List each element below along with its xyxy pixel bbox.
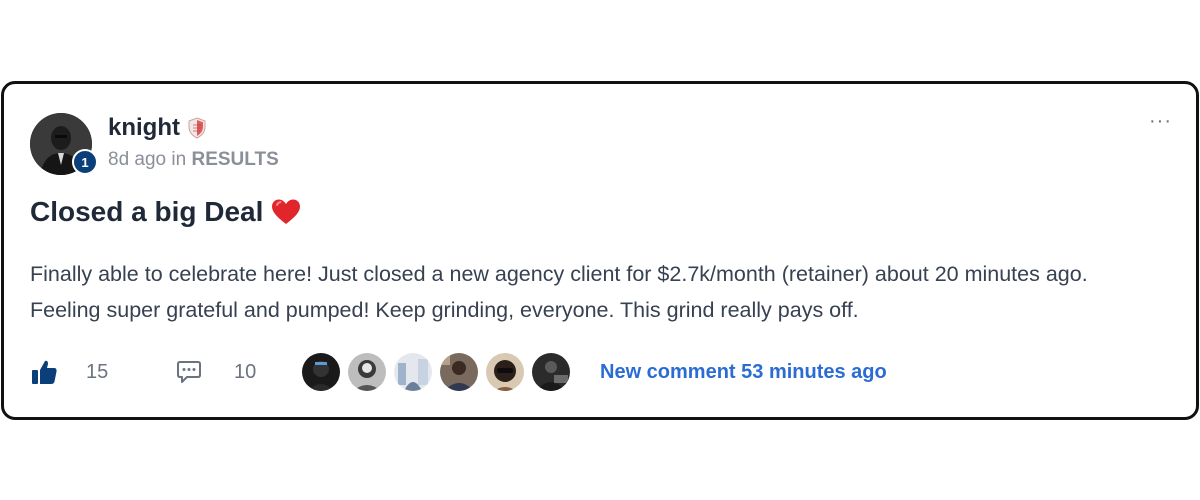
post-actions: 15 10 New comment 53 minutes ago xyxy=(30,352,1170,392)
post-time: 8d ago xyxy=(108,149,167,170)
commenter-avatar-2[interactable] xyxy=(348,353,386,391)
post-body: Finally able to celebrate here! Just clo… xyxy=(30,262,1088,322)
author-name[interactable]: knight xyxy=(108,114,180,142)
comment-count: 10 xyxy=(234,360,257,383)
heart-icon xyxy=(272,199,301,224)
meta-in: in xyxy=(171,149,187,170)
like-button[interactable] xyxy=(30,352,58,392)
category-link[interactable]: RESULTS xyxy=(191,149,278,170)
commenter-avatar-5[interactable] xyxy=(486,353,524,391)
more-horizontal-icon[interactable]: ··· xyxy=(1149,110,1172,133)
commenter-avatar-4[interactable] xyxy=(440,353,478,391)
author-avatar-wrap[interactable]: 1 xyxy=(30,113,98,175)
new-comment-link[interactable]: New comment 53 minutes ago xyxy=(600,352,887,392)
like-count: 15 xyxy=(86,360,109,383)
level-badge: 1 xyxy=(72,149,98,175)
post-card: 1 knight 8d ago in RESULTS ··· Closed a … xyxy=(1,81,1199,420)
post-meta: 8d ago in RESULTS xyxy=(108,149,279,171)
post-title[interactable]: Closed a big Deal xyxy=(30,196,263,228)
comment-button[interactable] xyxy=(176,352,202,392)
shield-icon xyxy=(188,117,206,139)
commenter-avatar-6[interactable] xyxy=(532,353,570,391)
commenter-avatar-1[interactable] xyxy=(302,353,340,391)
post-title-row: Closed a big Deal xyxy=(30,196,301,228)
comment-bubble-icon xyxy=(177,361,201,383)
thumbs-up-icon xyxy=(32,360,57,384)
commenter-avatar-3[interactable] xyxy=(394,353,432,391)
author-row: knight xyxy=(108,114,206,142)
